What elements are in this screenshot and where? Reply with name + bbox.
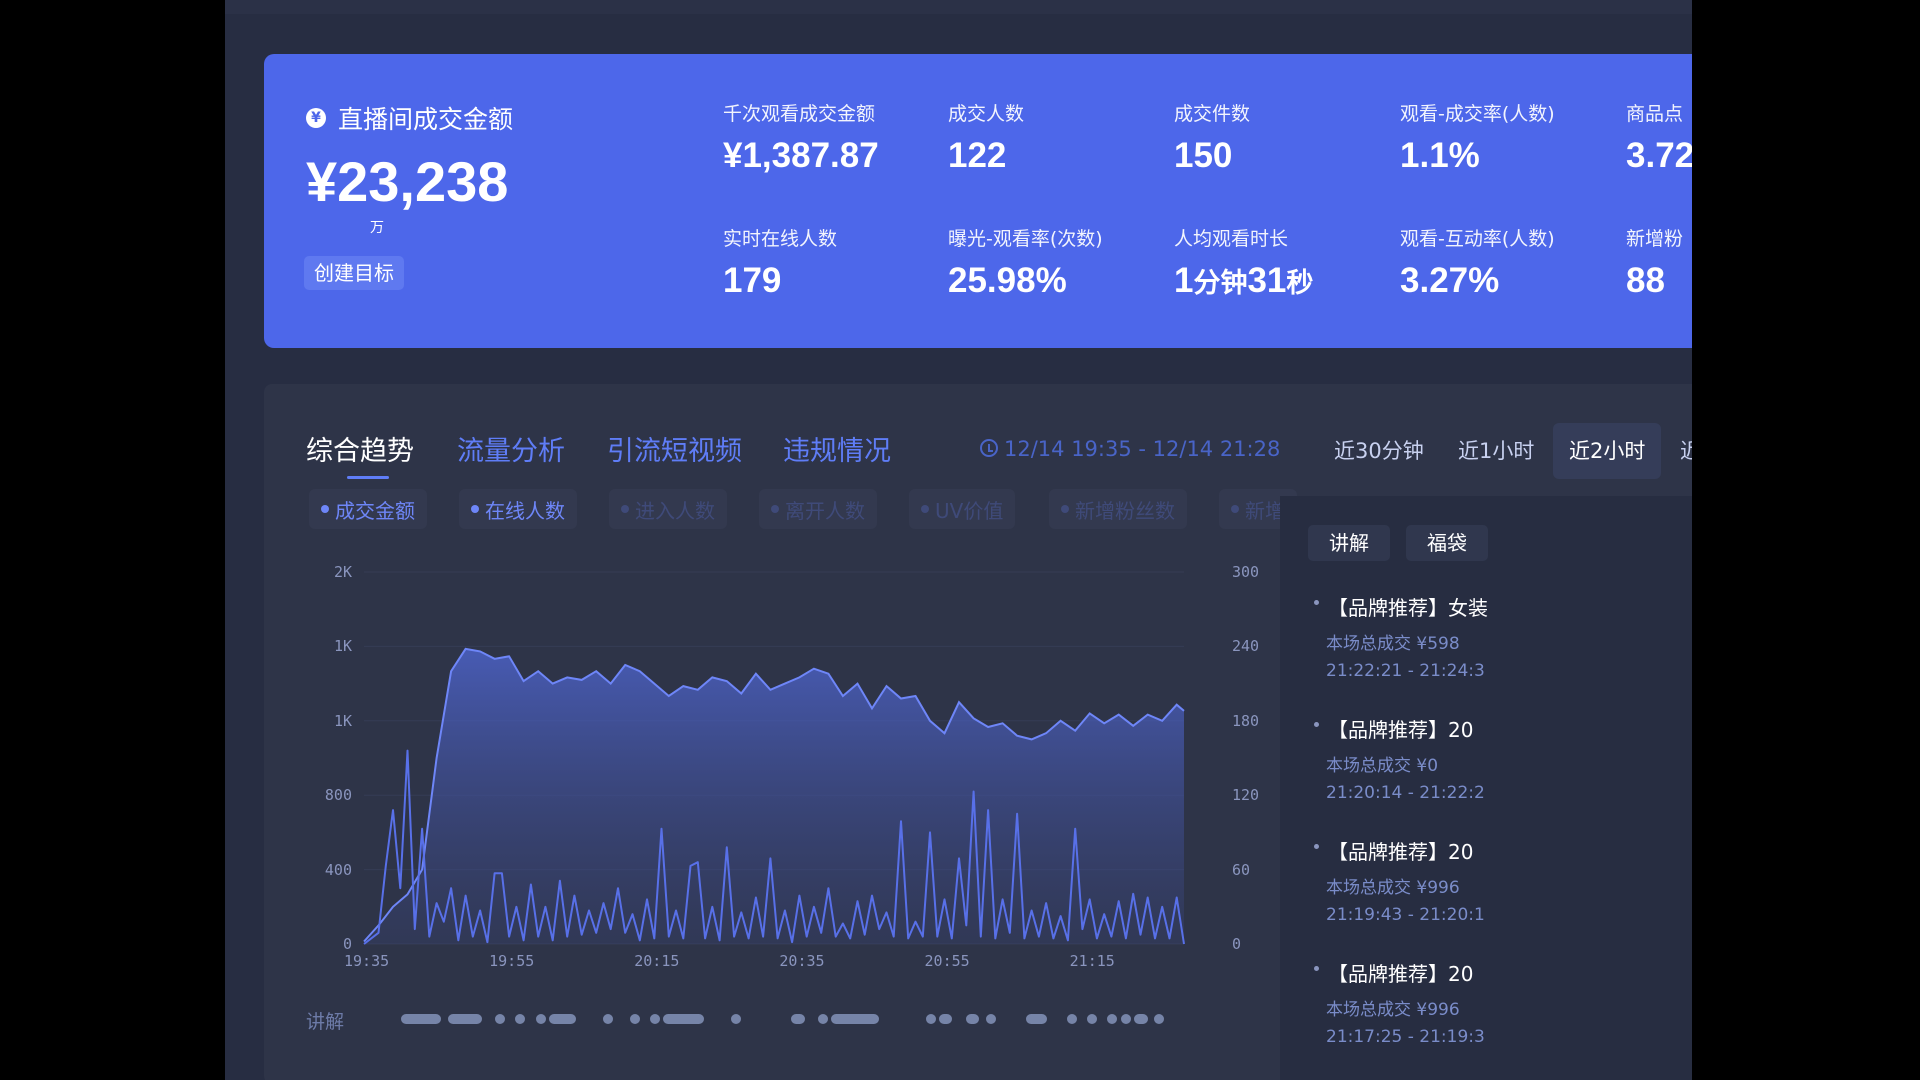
item-time: 21:22:21 - 21:24:3 [1326, 661, 1485, 681]
metric-buyers[interactable]: 成交人数 122 [948, 99, 1024, 176]
seconds-unit: 秒 [1286, 268, 1314, 298]
metric-online-users[interactable]: 实时在线人数 179 [723, 224, 837, 301]
range-30min-button[interactable]: 近30分钟 [1318, 423, 1440, 479]
main-metric-title: ¥ 直播间成交金额 [306, 100, 513, 136]
metric-value: 122 [948, 136, 1007, 175]
explain-marker[interactable] [1026, 1014, 1047, 1024]
metric-value: ¥1,387.87 [723, 136, 879, 175]
metric-label: 成交件数 [1174, 103, 1251, 125]
metric-exposure-view-rate[interactable]: 曝光-观看率(次数) 25.98% [948, 224, 1103, 301]
metric-label: 商品点 [1626, 103, 1684, 125]
metric-new-followers[interactable]: 新增粉 88 [1626, 224, 1683, 301]
item-title: 【品牌推荐】女装 [1328, 596, 1488, 620]
item-total: 本场总成交 ¥598 [1326, 634, 1460, 654]
bullet [1314, 844, 1319, 849]
trend-card: 综合趋势 流量分析 引流短视频 违规情况 12/14 19:35 - 12/14… [264, 384, 1692, 1080]
explain-marker[interactable] [663, 1014, 704, 1024]
metric-value: 3.27% [1400, 261, 1500, 300]
range-1h-button[interactable]: 近1小时 [1442, 423, 1550, 479]
metric-label: 新增粉 [1626, 228, 1684, 250]
metric-label: 曝光-观看率(次数) [948, 228, 1103, 250]
explain-marker[interactable] [1107, 1014, 1118, 1024]
item-total: 本场总成交 ¥996 [1326, 1000, 1460, 1020]
main-metric-value: ¥23,238 [306, 150, 509, 213]
metric-items-sold[interactable]: 成交件数 150 [1174, 99, 1250, 176]
item-total: 本场总成交 ¥0 [1326, 756, 1439, 776]
explain-sidebar: 讲解 福袋 【品牌推荐】女装 本场总成交 ¥598 21:22:21 - 21:… [1280, 496, 1692, 1080]
explain-marker[interactable] [515, 1014, 526, 1024]
metric-label: 观看-互动率(人数) [1400, 228, 1555, 250]
metric-value: 179 [723, 261, 782, 300]
metric-value: 88 [1626, 261, 1665, 300]
metric-value: 1分钟31秒 [1174, 261, 1313, 301]
metric-product-click[interactable]: 商品点 3.72 [1626, 99, 1692, 176]
explain-marker[interactable] [925, 1014, 936, 1024]
explain-marker[interactable] [730, 1014, 741, 1024]
range-2h-button[interactable]: 近2小时 [1553, 423, 1662, 479]
item-total: 本场总成交 ¥996 [1326, 878, 1460, 898]
side-tab-explain[interactable]: 讲解 [1308, 525, 1390, 561]
item-time: 21:19:43 - 21:20:1 [1326, 905, 1485, 925]
metric-value: 150 [1174, 136, 1233, 175]
explain-marker[interactable] [1066, 1014, 1077, 1024]
metric-label: 人均观看时长 [1174, 228, 1289, 250]
bullet [1314, 966, 1319, 971]
item-title: 【品牌推荐】20 [1328, 840, 1474, 864]
metric-gpm[interactable]: 千次观看成交金额 ¥1,387.87 [723, 99, 879, 176]
item-time: 21:20:14 - 21:22:2 [1326, 783, 1485, 803]
explain-marker[interactable] [939, 1014, 953, 1024]
explain-marker[interactable] [649, 1014, 660, 1024]
explain-marker[interactable] [535, 1014, 546, 1024]
main-metric-label: 直播间成交金额 [338, 105, 514, 134]
yen-coin-icon: ¥ [306, 108, 326, 128]
main-metric-unit: 万 [370, 220, 384, 236]
item-title: 【品牌推荐】20 [1328, 718, 1474, 742]
metric-label: 实时在线人数 [723, 228, 838, 250]
explain-row-label: 讲解 [306, 1011, 345, 1033]
metric-value: 25.98% [948, 261, 1067, 300]
explain-marker[interactable] [448, 1014, 482, 1024]
metric-avg-watch-time[interactable]: 人均观看时长 1分钟31秒 [1174, 224, 1313, 301]
explain-marker[interactable] [831, 1014, 879, 1024]
metric-view-interaction[interactable]: 观看-互动率(人数) 3.27% [1400, 224, 1555, 301]
side-tab-lucky-bag[interactable]: 福袋 [1406, 525, 1488, 561]
watch-minutes: 1 [1174, 261, 1194, 300]
watch-seconds: 31 [1247, 261, 1287, 300]
metric-value: 3.72 [1626, 136, 1692, 175]
explain-marker[interactable] [986, 1014, 997, 1024]
explain-marker[interactable] [817, 1014, 828, 1024]
explain-marker[interactable] [1087, 1014, 1098, 1024]
trend-chart[interactable] [264, 384, 1244, 984]
explain-marker[interactable] [1120, 1014, 1131, 1024]
item-time: 21:17:25 - 21:19:3 [1326, 1027, 1485, 1047]
explain-marker[interactable] [1134, 1014, 1148, 1024]
range-4h-button[interactable]: 近4小 [1664, 423, 1692, 479]
live-dashboard: ¥ 直播间成交金额 ¥23,238 万 创建目标 千次观看成交金额 ¥1,387… [225, 0, 1692, 1080]
legend-label: 新增 [1245, 498, 1285, 523]
bullet [1314, 600, 1319, 605]
metric-label: 千次观看成交金额 [723, 103, 876, 125]
summary-panel: ¥ 直播间成交金额 ¥23,238 万 创建目标 千次观看成交金额 ¥1,387… [264, 54, 1692, 348]
metric-label: 成交人数 [948, 103, 1025, 125]
item-title: 【品牌推荐】20 [1328, 962, 1474, 986]
explain-marker[interactable] [495, 1014, 506, 1024]
explain-marker[interactable] [965, 1014, 980, 1024]
create-target-button[interactable]: 创建目标 [304, 256, 404, 290]
explain-marker[interactable] [401, 1014, 442, 1024]
explain-marker[interactable] [548, 1014, 576, 1024]
explain-marker[interactable] [791, 1014, 805, 1024]
top-bar [225, 0, 1692, 14]
explain-marker[interactable] [1154, 1014, 1165, 1024]
explain-marker[interactable] [629, 1014, 640, 1024]
metric-value: 1.1% [1400, 136, 1480, 175]
metric-label: 观看-成交率(人数) [1400, 103, 1555, 125]
bullet [1314, 722, 1319, 727]
minutes-unit: 分钟 [1193, 268, 1248, 298]
metric-view-conversion[interactable]: 观看-成交率(人数) 1.1% [1400, 99, 1555, 176]
explain-marker[interactable] [602, 1014, 613, 1024]
